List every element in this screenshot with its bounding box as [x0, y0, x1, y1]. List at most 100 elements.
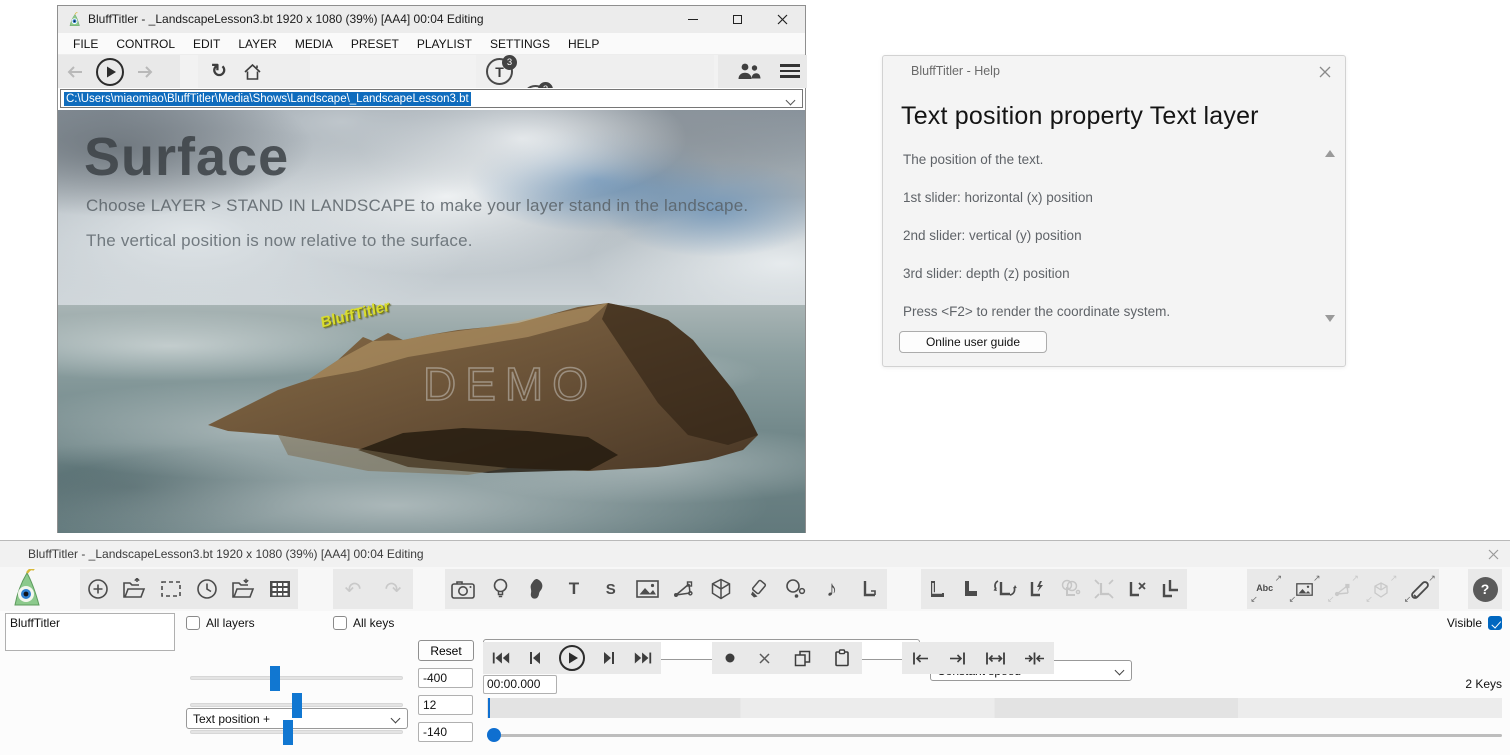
menu-file[interactable]: FILE — [64, 34, 107, 54]
keys-track[interactable] — [487, 698, 1502, 718]
show-duration-button[interactable] — [192, 578, 222, 600]
slider-z-handle[interactable] — [283, 720, 293, 745]
help-button[interactable]: ? — [1473, 577, 1498, 602]
menu-media[interactable]: MEDIA — [286, 34, 342, 54]
stretch-keys-button[interactable] — [985, 651, 1006, 666]
redo-icon[interactable]: ↷ — [385, 577, 402, 602]
attach-layer-button[interactable] — [989, 578, 1019, 600]
time-cursor[interactable] — [488, 698, 490, 718]
timeline-handle[interactable] — [487, 728, 501, 742]
save-show-button[interactable] — [228, 578, 258, 600]
play-preview-button[interactable] — [94, 56, 125, 87]
add-light-layer-button[interactable] — [485, 578, 515, 600]
add-audio-layer-button[interactable]: ♪ — [817, 576, 847, 602]
slider-y-handle[interactable] — [292, 693, 302, 718]
menu-settings[interactable]: SETTINGS — [481, 34, 559, 54]
change-model-button[interactable]: ↗↙ — [1364, 575, 1398, 603]
add-eraser-layer-button[interactable] — [743, 579, 773, 599]
add-plasma-layer-button[interactable] — [669, 579, 699, 599]
home-button[interactable] — [242, 62, 262, 82]
change-texture-button[interactable]: ↗↙ — [1288, 575, 1322, 603]
timeline-track[interactable] — [487, 734, 1502, 737]
slider-x[interactable] — [190, 668, 403, 689]
close-button[interactable] — [760, 6, 805, 33]
delete-key-button[interactable] — [759, 653, 770, 664]
add-camera-layer-button[interactable] — [448, 580, 478, 599]
all-keys-checkbox[interactable]: All keys — [333, 616, 394, 630]
render-viewport[interactable]: DEMO BluffTitler Surface Choose LAYER > … — [58, 110, 805, 533]
slider-x-handle[interactable] — [270, 666, 280, 691]
play-button[interactable] — [558, 644, 586, 672]
layer-order-button[interactable] — [1155, 578, 1185, 600]
back-button[interactable] — [66, 63, 84, 81]
menu-playlist[interactable]: PLAYLIST — [408, 34, 481, 54]
move-key-to-end-button[interactable] — [948, 651, 967, 666]
checkbox-icon[interactable] — [186, 616, 200, 630]
go-to-end-button[interactable] — [633, 650, 653, 666]
export-video-button[interactable] — [265, 580, 295, 598]
clone-layer-button[interactable] — [923, 579, 953, 599]
layer-fx-button[interactable] — [1022, 579, 1052, 599]
add-scroller-layer-button[interactable]: S — [596, 581, 626, 598]
all-layers-checkbox[interactable]: All layers — [186, 616, 255, 630]
detach-layer-button[interactable] — [1089, 578, 1119, 600]
panel-close-button[interactable] — [1486, 547, 1500, 561]
change-font-button[interactable]: ↗↙ Abc — [1249, 575, 1283, 603]
time-input[interactable]: 00:00.000 — [483, 675, 557, 694]
scroll-down-icon[interactable] — [1325, 315, 1335, 322]
slider-x-value-input[interactable]: -400 — [418, 668, 473, 688]
online-user-guide-button[interactable]: Online user guide — [899, 331, 1047, 353]
minimize-button[interactable] — [670, 6, 715, 33]
go-to-start-button[interactable] — [491, 650, 511, 666]
layer-text-input[interactable]: BluffTitler — [5, 613, 175, 651]
paste-key-button[interactable] — [834, 649, 850, 667]
timeline-slider[interactable] — [487, 727, 1502, 743]
reload-show-button[interactable]: ↻ — [208, 60, 230, 82]
change-style-button[interactable]: ↗↙ — [1403, 575, 1437, 603]
forward-button[interactable] — [136, 63, 154, 81]
change-plasma-button[interactable]: ↗↙ — [1326, 575, 1360, 603]
menu-control[interactable]: CONTROL — [107, 34, 184, 54]
resize-show-button[interactable] — [156, 579, 186, 599]
active-layer-button[interactable] — [956, 579, 986, 599]
show-path-input[interactable]: C:\Users\miaomiao\BluffTitler\Media\Show… — [60, 89, 803, 108]
add-eps-layer-button[interactable] — [854, 579, 884, 599]
add-sketch-blob-button[interactable] — [522, 578, 552, 600]
slider-track[interactable] — [190, 730, 403, 734]
record-key-button[interactable] — [724, 652, 736, 664]
add-picture-layer-button[interactable] — [633, 580, 663, 598]
help-scrollbar[interactable] — [1323, 150, 1337, 322]
slider-z[interactable] — [190, 722, 403, 743]
add-text-layer-button[interactable]: T — [559, 579, 589, 599]
slider-track[interactable] — [190, 676, 403, 680]
slider-y-value-input[interactable]: 12 — [418, 695, 473, 715]
main-menu-button[interactable] — [780, 64, 800, 78]
address-dropdown-icon[interactable] — [786, 96, 796, 106]
compress-keys-button[interactable] — [1024, 651, 1045, 666]
add-model-layer-button[interactable] — [706, 578, 736, 600]
menu-edit[interactable]: EDIT — [184, 34, 229, 54]
checkbox-icon[interactable] — [1488, 616, 1502, 630]
move-key-to-start-button[interactable] — [911, 651, 930, 666]
slider-y[interactable] — [190, 695, 403, 716]
menu-help[interactable]: HELP — [559, 34, 608, 54]
help-close-button[interactable] — [1317, 64, 1333, 80]
text-layers-button[interactable]: T 3 — [486, 58, 513, 85]
new-show-button[interactable] — [83, 578, 113, 600]
community-button[interactable] — [736, 61, 762, 81]
layer-particles-button[interactable] — [1056, 579, 1086, 599]
add-particle-layer-button[interactable] — [780, 578, 810, 600]
previous-key-button[interactable] — [527, 650, 542, 666]
scroll-up-icon[interactable] — [1325, 150, 1335, 157]
copy-key-button[interactable] — [794, 650, 811, 667]
slider-z-value-input[interactable]: -140 — [418, 722, 473, 742]
next-key-button[interactable] — [602, 650, 617, 666]
reset-button[interactable]: Reset — [418, 640, 474, 661]
checkbox-icon[interactable] — [333, 616, 347, 630]
visible-checkbox[interactable]: Visible — [1447, 616, 1502, 630]
undo-icon[interactable]: ↶ — [345, 577, 362, 602]
menu-layer[interactable]: LAYER — [229, 34, 285, 54]
delete-layer-button[interactable] — [1122, 579, 1152, 599]
open-show-button[interactable] — [119, 578, 149, 600]
maximize-button[interactable] — [715, 6, 760, 33]
